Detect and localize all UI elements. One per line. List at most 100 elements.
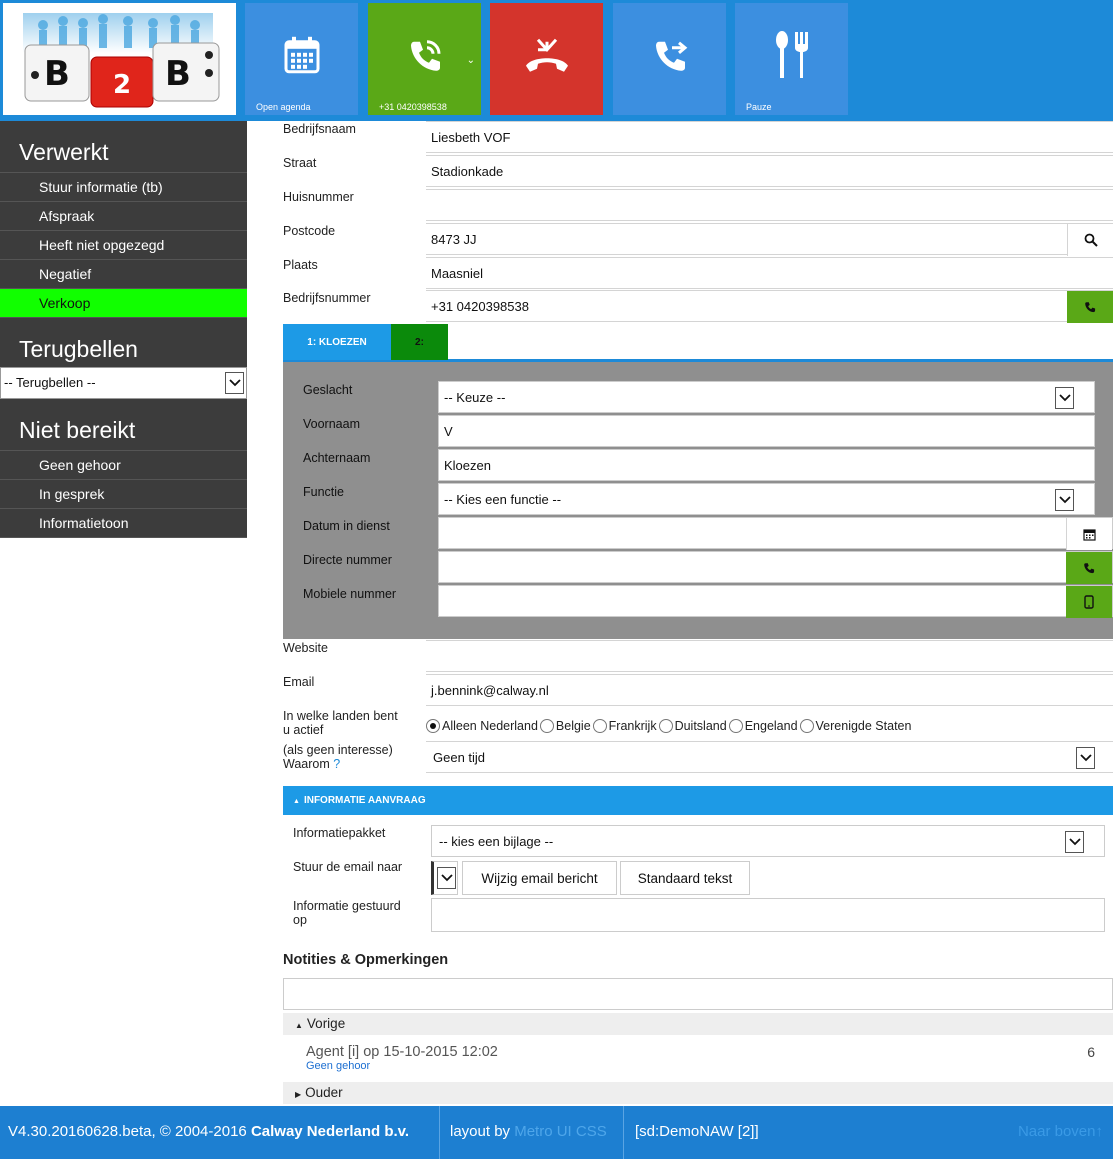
informatie-aanvraag-header[interactable]: ▲ INFORMATIE AANVRAAG [283,786,1113,815]
calendar-icon [1083,528,1096,541]
pauze-label: Pauze [746,102,772,112]
footer-company: Calway Nederland b.v. [250,1123,410,1140]
call-mobiel-button[interactable] [1066,586,1112,618]
straat-field[interactable]: Stadionkade [426,155,1113,187]
geslacht-value: -- Keuze -- [444,390,506,405]
active-call-number: +31 0420398538 [379,102,447,112]
plaats-field[interactable]: Maasniel [426,257,1113,289]
radio-circle[interactable] [426,719,440,733]
sidebar-item-stuur-informatie[interactable]: Stuur informatie (tb) [0,173,247,202]
terugbellen-select[interactable]: -- Terugbellen -- [0,367,247,399]
waarom-select[interactable]: Geen tijd [426,741,1113,773]
chevron-down-icon[interactable] [1055,489,1074,511]
voornaam-field[interactable]: V [438,415,1095,447]
tab-2[interactable]: 2: [391,324,448,360]
achternaam-field[interactable]: Kloezen [438,449,1095,481]
sidebar-item-in-gesprek[interactable]: In gesprek [0,480,247,509]
sidebar-item-geen-gehoor[interactable]: Geen gehoor [0,451,247,480]
note-entry-count: 6 [1087,1044,1095,1060]
sidebar-item-heeft-niet-opgezegd[interactable]: Heeft niet opgezegd [0,231,247,260]
radio-duitsland[interactable]: Duitsland [658,719,727,733]
directe-field[interactable] [438,551,1113,584]
chevron-down-icon[interactable] [1076,747,1095,769]
waarom-help-link[interactable]: ? [333,757,340,771]
call-bedrijfsnummer-button[interactable] [1067,291,1113,323]
transfer-call-tile[interactable] [613,3,726,115]
chevron-down-icon[interactable] [225,372,244,394]
bedrijfsnummer-field[interactable]: +31 0420398538 [426,290,1113,323]
logo-letter-3: B [165,54,191,94]
notes-input[interactable] [283,978,1113,1010]
functie-label: Functie [303,485,344,499]
footer-layout: layout by Metro UI CSS [450,1106,607,1159]
mobiel-field[interactable] [438,585,1113,618]
b2b-logo: B 2 B [3,3,236,115]
email-label: Email [283,675,315,689]
radio-frankrijk[interactable]: Frankrijk [592,719,657,733]
sidebar: Verwerkt Stuur informatie (tb) Afspraak … [0,121,247,538]
geslacht-select[interactable]: -- Keuze -- [438,381,1095,413]
active-call-tile[interactable]: ⌄ +31 0420398538 [368,3,481,115]
voornaam-label: Voornaam [303,417,360,431]
sidebar-heading-terugbellen: Terugbellen [19,336,138,362]
huisnummer-field[interactable] [426,189,1113,221]
informatiepakket-select[interactable]: -- kies een bijlage -- [431,825,1105,857]
bedrijfsnummer-value: +31 0420398538 [431,299,529,314]
standaard-tekst-button[interactable]: Standaard tekst [620,861,750,895]
functie-value: -- Kies een functie -- [444,492,562,507]
date-picker-button[interactable] [1066,518,1112,550]
radio-circle[interactable] [658,719,673,733]
note-entry: Agent [i] op 15-10-2015 12:02 Geen gehoo… [283,1036,1113,1078]
sidebar-heading-verwerkt: Verwerkt [0,121,247,173]
call-directe-button[interactable] [1066,552,1112,584]
bedrijfsnaam-field[interactable]: Liesbeth VOF [426,121,1113,153]
gestuurd-field[interactable] [431,898,1105,932]
back-to-top-label: Naar boven [1017,1123,1096,1140]
hang-up-tile[interactable] [490,3,603,115]
contact-tabs: 1: KLOEZEN 2: [283,324,1113,362]
functie-select[interactable]: -- Kies een functie -- [438,483,1095,515]
achternaam-label: Achternaam [303,451,371,465]
email-recipient-select[interactable] [431,861,458,895]
footer-divider [439,1106,440,1159]
group-vorige-label: Vorige [306,1016,346,1031]
waarom-label-line2: Waarom [283,757,330,771]
postcode-search-button[interactable] [1067,224,1113,256]
group-vorige[interactable]: ▲ Vorige [283,1013,1113,1035]
footer-metro-link[interactable]: Metro UI CSS [514,1123,607,1140]
email-field[interactable]: j.bennink@calway.nl [426,674,1113,706]
chevron-down-icon[interactable] [437,867,456,889]
open-agenda-tile[interactable]: Open agenda [245,3,358,115]
postcode-value: 8473 JJ [431,232,477,247]
sidebar-item-informatietoon[interactable]: Informatietoon [0,509,247,538]
achternaam-value: Kloezen [444,458,491,473]
group-ouder[interactable]: ▶ Ouder [283,1082,1113,1104]
chevron-down-icon[interactable] [1065,831,1084,853]
call-dropdown-icon[interactable]: ⌄ [467,55,475,66]
pauze-tile[interactable]: Pauze [735,3,848,115]
website-label: Website [283,641,328,655]
hang-up-icon [525,38,568,72]
tab-kloezen[interactable]: 1: KLOEZEN [283,324,391,360]
sidebar-item-verkoop[interactable]: Verkoop [0,289,247,318]
sidebar-item-negatief[interactable]: Negatief [0,260,247,289]
postcode-field[interactable]: 8473 JJ [426,223,1113,256]
radio-belgie[interactable]: Belgie [539,719,591,733]
datum-field[interactable] [438,517,1113,550]
waarom-label: (als geen interesse) Waarom ? [283,743,393,771]
radio-circle[interactable] [592,719,607,733]
wijzig-email-button[interactable]: Wijzig email bericht [462,861,617,895]
note-entry-status[interactable]: Geen gehoor [306,1060,370,1072]
radio-alleen-nederland[interactable]: Alleen Nederland [426,719,538,733]
informatiepakket-value: -- kies een bijlage -- [439,834,554,849]
back-to-top-link[interactable]: Naar boven↑ [1018,1106,1103,1159]
website-field[interactable] [426,640,1113,672]
radio-circle[interactable] [539,719,554,733]
radio-circle[interactable] [728,719,743,733]
radio-engeland[interactable]: Engeland [728,719,798,733]
sidebar-item-afspraak[interactable]: Afspraak [0,202,247,231]
radio-circle[interactable] [799,719,814,733]
chevron-down-icon[interactable] [1055,387,1074,409]
radio-verenigde-staten[interactable]: Verenigde Staten [799,719,911,733]
footer-session: [sd:DemoNAW [2]] [635,1123,759,1140]
